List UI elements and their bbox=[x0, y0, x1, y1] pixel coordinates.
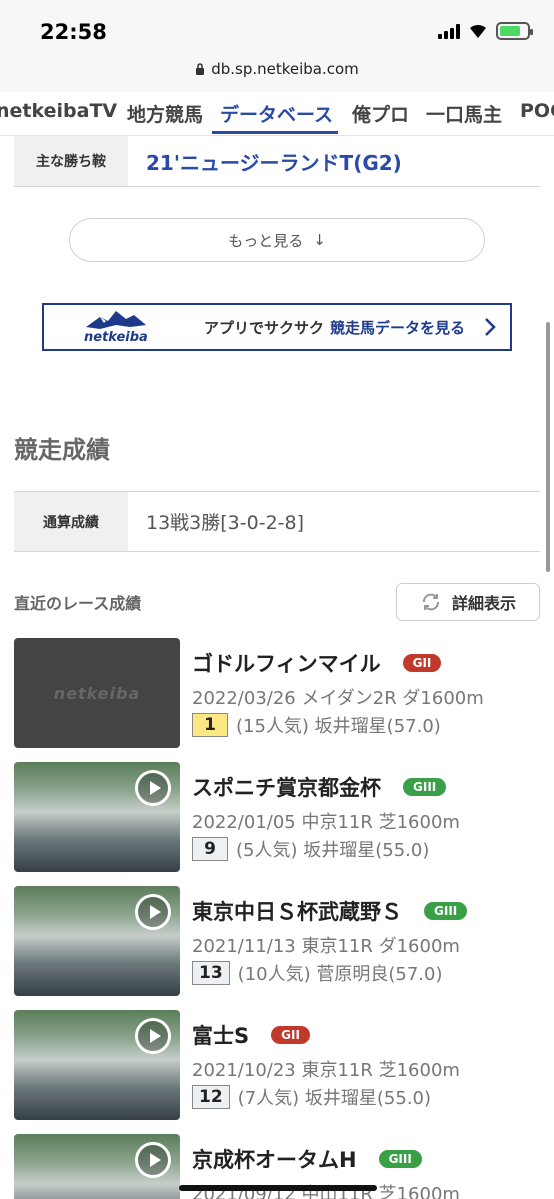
tab-hitokuchi[interactable]: 一口馬主 bbox=[426, 100, 502, 127]
grade-badge: GIII bbox=[378, 1150, 422, 1168]
home-indicator[interactable] bbox=[179, 1185, 377, 1191]
play-icon[interactable] bbox=[135, 770, 171, 806]
play-icon[interactable] bbox=[135, 894, 171, 930]
race-info: 2022/03/26 メイダン2R ダ1600m bbox=[192, 688, 484, 709]
finish-position: 13 bbox=[192, 961, 230, 985]
race-item[interactable]: スポニチ賞京都金杯 GIII 2022/01/05 中京11R 芝1600m 9 (… bbox=[14, 762, 540, 874]
race-detail: (10人気) 菅原明良(57.0) bbox=[237, 964, 443, 985]
race-video-thumbnail[interactable] bbox=[14, 886, 180, 996]
race-name[interactable]: 東京中日Ｓ杯武蔵野Ｓ GIII bbox=[192, 896, 468, 926]
detail-view-label: 詳細表示 bbox=[451, 594, 516, 613]
status-bar: 22:58 bbox=[0, 0, 554, 60]
url-text: db.sp.netkeiba.com bbox=[211, 60, 359, 78]
main-win-label: 主な勝ち鞍 bbox=[14, 136, 128, 186]
race-result: 9 (5人気) 坂井瑠星(55.0) bbox=[192, 836, 429, 862]
race-item[interactable]: 富士S GII 2021/10/23 東京11R 芝1600m 12 (7人気) 坂… bbox=[14, 1010, 540, 1122]
race-item[interactable]: netkeiba ゴドルフィンマイル GII 2022/03/26 メイダン2R … bbox=[14, 638, 540, 750]
total-record-label: 通算成績 bbox=[14, 492, 128, 551]
grade-badge: GII bbox=[271, 1026, 310, 1044]
race-video-thumbnail[interactable] bbox=[14, 1010, 180, 1120]
logo-text: netkeiba bbox=[84, 330, 148, 345]
tab-pog[interactable]: POG bbox=[520, 100, 554, 122]
play-icon[interactable] bbox=[135, 1142, 171, 1178]
race-result: 1 (15人気) 坂井瑠星(57.0) bbox=[192, 712, 441, 738]
play-icon[interactable] bbox=[135, 1018, 171, 1054]
app-banner[interactable]: netkeiba アプリでサクサク 競走馬データを見る bbox=[42, 303, 512, 351]
wifi-icon bbox=[468, 23, 488, 39]
grade-badge: GII bbox=[402, 654, 442, 672]
tab-netkeibatv[interactable]: netkeibaTV bbox=[0, 100, 117, 122]
race-result: 12 (7人気) 坂井瑠星(55.0) bbox=[192, 1084, 431, 1110]
race-section-title: 競走成績 bbox=[14, 436, 110, 464]
status-time: 22:58 bbox=[40, 20, 107, 44]
nav-tabs: netkeibaTV 地方競馬 データベース 俺プロ 一口馬主 POG bbox=[0, 92, 554, 136]
finish-position: 9 bbox=[192, 837, 228, 861]
race-item[interactable]: 東京中日Ｓ杯武蔵野Ｓ GIII 2021/11/13 東京11R ダ1600m 1… bbox=[14, 886, 540, 998]
active-tab-indicator bbox=[212, 131, 338, 134]
tab-orepro[interactable]: 俺プロ bbox=[352, 100, 409, 127]
app-banner-text: アプリでサクサク 競走馬データを見る bbox=[204, 318, 466, 337]
refresh-icon bbox=[422, 593, 439, 611]
url-bar[interactable]: db.sp.netkeiba.com bbox=[0, 56, 554, 92]
thumbnail-logo: netkeiba bbox=[53, 683, 141, 703]
signal-icon bbox=[438, 23, 460, 39]
race-detail: (15人気) 坂井瑠星(57.0) bbox=[236, 716, 441, 737]
race-name[interactable]: 京成杯オータムH GIII bbox=[192, 1144, 422, 1174]
race-detail: (7人気) 坂井瑠星(55.0) bbox=[237, 1088, 432, 1109]
battery-icon bbox=[496, 22, 533, 40]
race-result: 13 (10人気) 菅原明良(57.0) bbox=[192, 960, 442, 986]
race-info: 2021/10/23 東京11R 芝1600m bbox=[192, 1060, 460, 1081]
app-banner-link[interactable]: 競走馬データを見る bbox=[330, 319, 465, 337]
arrow-down-icon: ↓ bbox=[313, 231, 326, 249]
status-icons bbox=[438, 22, 533, 40]
recent-races-label: 直近のレース成績 bbox=[14, 594, 142, 613]
lock-icon bbox=[196, 63, 205, 75]
show-more-label: もっと見る bbox=[228, 231, 304, 250]
netkeiba-logo: netkeiba bbox=[80, 305, 190, 349]
show-more-button[interactable]: もっと見る ↓ bbox=[69, 218, 485, 262]
tab-database[interactable]: データベース bbox=[220, 100, 333, 127]
race-video-thumbnail[interactable] bbox=[14, 1134, 180, 1199]
finish-position: 1 bbox=[192, 713, 228, 737]
race-name[interactable]: ゴドルフィンマイル GII bbox=[192, 648, 442, 678]
detail-view-button[interactable]: 詳細表示 bbox=[396, 583, 540, 621]
finish-position: 12 bbox=[192, 1085, 230, 1109]
main-win-row: 主な勝ち鞍 21'ニュージーランドT(G2) bbox=[14, 136, 540, 187]
chevron-right-icon bbox=[485, 318, 496, 336]
total-record-value: 13戦3勝[3-0-2-8] bbox=[146, 512, 305, 534]
grade-badge: GIII bbox=[403, 778, 447, 796]
grade-badge: GIII bbox=[424, 902, 468, 920]
race-name[interactable]: スポニチ賞京都金杯 GIII bbox=[192, 772, 447, 802]
scrollbar[interactable] bbox=[546, 322, 550, 572]
race-info: 2021/11/13 東京11R ダ1600m bbox=[192, 936, 460, 957]
total-record-row: 通算成績 13戦3勝[3-0-2-8] bbox=[14, 491, 540, 552]
race-video-thumbnail[interactable] bbox=[14, 762, 180, 872]
race-detail: (5人気) 坂井瑠星(55.0) bbox=[236, 840, 430, 861]
race-name[interactable]: 富士S GII bbox=[192, 1020, 310, 1050]
race-info: 2022/01/05 中京11R 芝1600m bbox=[192, 812, 460, 833]
race-thumbnail: netkeiba bbox=[14, 638, 180, 748]
main-win-value[interactable]: 21'ニュージーランドT(G2) bbox=[128, 136, 402, 186]
tab-local-racing[interactable]: 地方競馬 bbox=[127, 100, 203, 127]
